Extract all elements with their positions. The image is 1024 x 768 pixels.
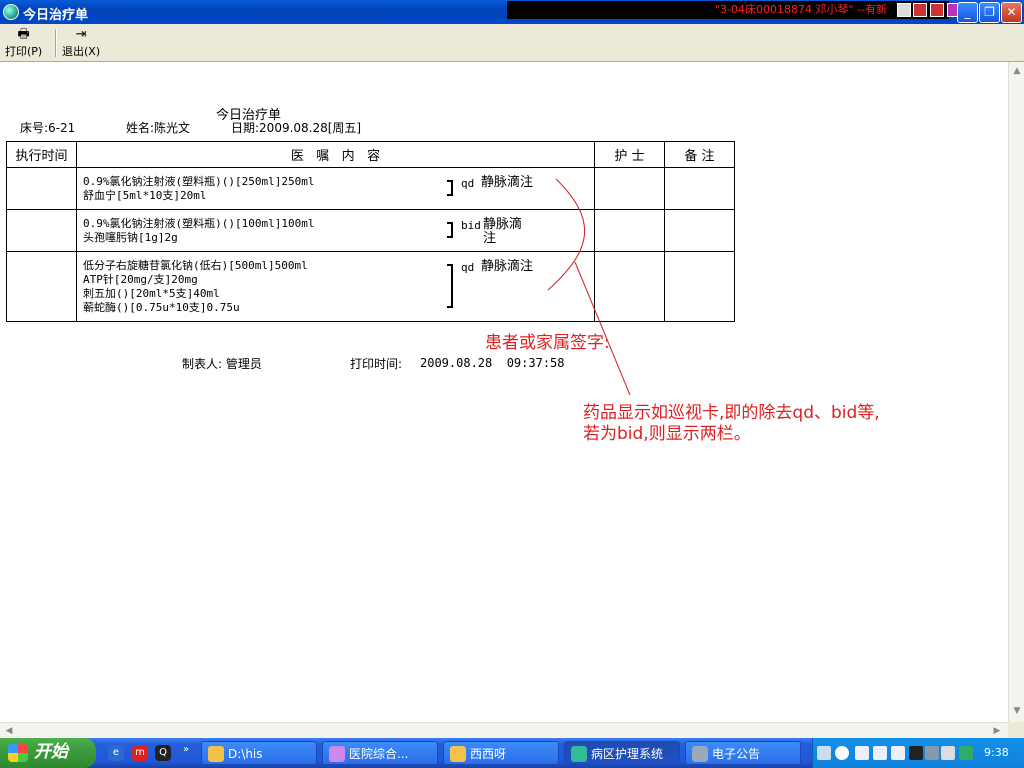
print-label: 打印(P) bbox=[5, 45, 43, 58]
message-ticker: "3-04床00018874 邓小琴" --有新 bbox=[507, 1, 949, 19]
scroll-up-icon[interactable]: ▲ bbox=[1010, 64, 1024, 78]
print-button[interactable]: 🖶 打印(P) bbox=[5, 28, 42, 59]
mail-icon[interactable] bbox=[873, 746, 887, 760]
alert-icon[interactable] bbox=[930, 3, 944, 17]
notice-icon[interactable] bbox=[913, 3, 927, 17]
scroll-right-icon[interactable]: ▶ bbox=[990, 724, 1004, 738]
app-icon bbox=[571, 746, 587, 762]
task-label: 病区护理系统 bbox=[591, 747, 664, 761]
start-button[interactable]: 开始 bbox=[0, 738, 96, 768]
start-label: 开始 bbox=[34, 742, 68, 762]
notice-board-icon bbox=[692, 746, 708, 762]
display-icon[interactable] bbox=[941, 746, 955, 760]
window-title: 今日治疗单 bbox=[23, 8, 89, 23]
printer-icon: 🖶 bbox=[17, 27, 30, 42]
clock: 9:38 bbox=[984, 746, 1009, 759]
toolbar-separator bbox=[55, 29, 57, 57]
mail-icon[interactable] bbox=[855, 746, 869, 760]
ie-icon[interactable]: e bbox=[108, 745, 124, 761]
folder-icon bbox=[208, 746, 224, 762]
minimize-button[interactable]: _ bbox=[957, 2, 978, 23]
exit-label: 退出(X) bbox=[62, 45, 101, 58]
media-icon[interactable]: m bbox=[132, 745, 148, 761]
keyboard-icon[interactable] bbox=[817, 746, 831, 760]
mail-icon[interactable] bbox=[891, 746, 905, 760]
task-label: 西西呀 bbox=[470, 747, 507, 761]
qq-tray-icon[interactable] bbox=[909, 746, 923, 760]
display-note-annotation: 药品显示如巡视卡,即的除去qd、bid等,若为bid,则显示两栏。 bbox=[583, 403, 880, 444]
network-icon[interactable] bbox=[925, 746, 939, 760]
close-button[interactable]: ✕ bbox=[1001, 2, 1022, 23]
app-icon bbox=[329, 746, 345, 762]
notebook-icon bbox=[450, 746, 466, 762]
tray-expand-icon[interactable] bbox=[835, 746, 849, 760]
task-label: D:\his bbox=[228, 747, 263, 761]
windows-logo-icon bbox=[8, 744, 28, 762]
scroll-down-icon[interactable]: ▼ bbox=[1010, 704, 1024, 718]
task-ward-nursing[interactable]: 病区护理系统 bbox=[564, 741, 680, 765]
quicklaunch-more-icon[interactable]: » bbox=[178, 742, 194, 758]
report-view: 今日治疗单 床号:6-21 姓名:陈光文 日期:2009.08.28[周五] 执… bbox=[0, 62, 1008, 722]
toolbar: 🖶 打印(P) ⇥ 退出(X) bbox=[0, 24, 1024, 62]
task-his-folder[interactable]: D:\his bbox=[201, 741, 317, 765]
task-label: 医院综合... bbox=[349, 747, 409, 761]
title-bar: 今日治疗单 "3-04床00018874 邓小琴" --有新 _ ❐ ✕ bbox=[0, 0, 1024, 24]
task-hospital-system[interactable]: 医院综合... bbox=[322, 741, 438, 765]
exit-button[interactable]: ⇥ 退出(X) bbox=[62, 28, 100, 59]
qq-icon[interactable]: Q bbox=[155, 745, 171, 761]
scroll-left-icon[interactable]: ◀ bbox=[2, 724, 16, 738]
exit-door-icon: ⇥ bbox=[75, 27, 87, 42]
annotation-curve bbox=[547, 178, 631, 396]
umbrella-icon[interactable] bbox=[959, 746, 973, 760]
horizontal-scrollbar[interactable]: ◀ ▶ bbox=[0, 722, 1008, 738]
task-label: 电子公告 bbox=[712, 747, 761, 761]
app-icon bbox=[3, 4, 19, 20]
signature-annotation: 患者或家属签字: bbox=[485, 333, 610, 353]
taskbar: 开始 e m Q » D:\his 医院综合... 西西呀 病区护理系统 电子公… bbox=[0, 738, 1024, 768]
vertical-scrollbar[interactable]: ▲ ▼ bbox=[1008, 62, 1024, 722]
task-xixiya[interactable]: 西西呀 bbox=[443, 741, 559, 765]
mail-icon[interactable] bbox=[897, 3, 911, 17]
task-e-notice[interactable]: 电子公告 bbox=[685, 741, 801, 765]
restore-button[interactable]: ❐ bbox=[979, 2, 1000, 23]
scrollbar-corner bbox=[1008, 722, 1024, 738]
